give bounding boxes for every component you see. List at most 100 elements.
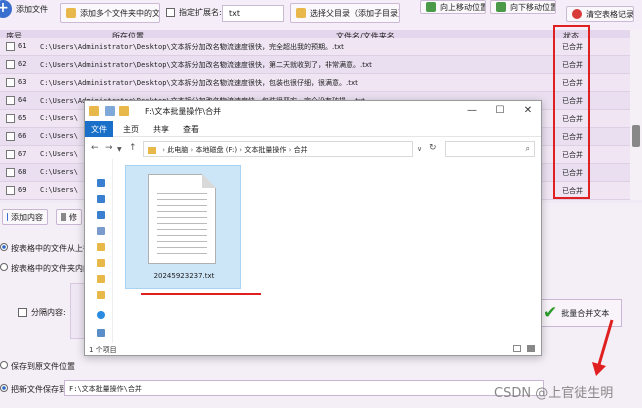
red-underline <box>141 293 261 295</box>
plus-icon: + <box>0 0 12 18</box>
tab-file[interactable]: 文件 <box>85 121 113 137</box>
move-up-button[interactable]: 向上移动位置 <box>420 0 486 14</box>
row-path: C:\Users\ <box>40 150 78 158</box>
option-save-to[interactable]: 把新文件保存到: <box>0 384 70 395</box>
row-index: 62 <box>18 60 27 68</box>
crumb-folder[interactable]: 文本批量操作 <box>244 146 286 154</box>
tiles-view-icon[interactable] <box>527 345 535 352</box>
minimize-icon[interactable]: — <box>459 104 485 118</box>
move-down-button[interactable]: 向下移动位置 <box>490 0 556 14</box>
forward-icon[interactable]: → <box>105 143 113 153</box>
row-path: C:\Users\ <box>40 132 78 140</box>
row-filename: 物流速度很快，完全超出我的预期。.txt <box>220 43 344 51</box>
close-icon[interactable]: ✕ <box>515 104 541 118</box>
row-checkbox[interactable] <box>6 168 15 177</box>
row-index: 66 <box>18 132 27 140</box>
folder-icon[interactable] <box>97 291 105 299</box>
details-view-icon[interactable] <box>513 345 521 352</box>
select-subdir-button[interactable]: 选择父目录（添加子目录） <box>290 3 400 23</box>
row-path: C:\Users\Administrator\Desktop\文本拆分加改名\ <box>40 79 224 87</box>
add-content-button[interactable]: 添加内容 <box>2 209 48 225</box>
maximize-icon[interactable]: ☐ <box>487 104 513 118</box>
save-path-input[interactable]: F:\文本批量操作\合并 <box>64 380 544 396</box>
tab-share[interactable]: 共享 <box>147 121 175 137</box>
row-checkbox[interactable] <box>6 150 15 159</box>
status-highlight-box <box>553 25 590 199</box>
search-input[interactable]: ⌕ <box>445 141 535 157</box>
cloud-icon[interactable] <box>97 311 105 319</box>
row-path: C:\Users\ <box>40 186 78 194</box>
refresh-icon[interactable]: ↻ <box>429 143 437 153</box>
option-save-original[interactable]: 保存到原文件位置 <box>0 361 75 372</box>
modify-button[interactable]: 修 <box>56 209 82 225</box>
radio[interactable] <box>0 263 8 271</box>
row-checkbox[interactable] <box>6 114 15 123</box>
folder-icon[interactable] <box>97 259 105 267</box>
dropdown-icon[interactable]: ∨ <box>417 145 422 153</box>
option-folder-files[interactable]: 按表格中的文件夹内的 <box>0 263 91 274</box>
checkbox[interactable] <box>18 308 27 317</box>
folder-icon <box>89 106 99 116</box>
arrow-down-icon <box>496 2 506 12</box>
option-file-order[interactable]: 按表格中的文件从上往 <box>0 243 91 254</box>
row-checkbox[interactable] <box>6 42 15 51</box>
downloads-icon[interactable] <box>97 211 105 219</box>
up-icon[interactable]: ↑ <box>129 143 137 153</box>
table-row[interactable]: 62 C:\Users\Administrator\Desktop\文本拆分加改名… <box>0 56 630 74</box>
folder-icon[interactable] <box>97 275 105 283</box>
window-title: F:\文本批量操作\合并 <box>145 107 222 116</box>
documents-icon[interactable] <box>97 227 105 235</box>
folder-icon[interactable] <box>97 243 105 251</box>
crumb-merge[interactable]: 合并 <box>294 146 308 154</box>
properties-icon <box>105 106 115 116</box>
address-bar[interactable]: › 此电脑 › 本地磁盘 (F:) › 文本批量操作 › 合并 <box>143 141 413 157</box>
arrow-up-icon <box>426 2 436 12</box>
scrollbar-thumb[interactable] <box>632 125 640 147</box>
desktop-icon[interactable] <box>97 195 105 203</box>
row-checkbox[interactable] <box>6 186 15 195</box>
back-icon[interactable]: ← <box>91 143 99 153</box>
separator-checkbox[interactable]: 分隔内容: <box>18 307 66 318</box>
ext-checkbox[interactable]: 指定扩展名: <box>166 7 222 18</box>
text-file-icon <box>148 174 216 264</box>
computer-icon[interactable] <box>97 329 105 337</box>
search-icon: ⌕ <box>525 144 530 153</box>
explorer-window: F:\文本批量操作\合并 — ☐ ✕ 文件 主页 共享 查看 ← → ▼ ↑ ›… <box>84 100 542 356</box>
row-checkbox[interactable] <box>6 96 15 105</box>
radio-selected[interactable] <box>0 384 8 392</box>
table-scrollbar[interactable] <box>630 30 642 200</box>
tab-view[interactable]: 查看 <box>177 121 205 137</box>
row-checkbox[interactable] <box>6 60 15 69</box>
row-filename: 物流速度很快，第二天就收到了，非常满意。.txt <box>220 61 372 69</box>
add-multi-folder-button[interactable]: 添加多个文件夹中的文件 <box>60 3 160 23</box>
checkbox[interactable] <box>166 8 175 17</box>
row-path: C:\Users\Administrator\Desktop\文本拆分加改名\ <box>40 61 224 69</box>
quick-access-icon[interactable] <box>97 179 105 187</box>
file-tile[interactable]: 20245923237.txt <box>125 165 241 289</box>
row-path: C:\Users\ <box>40 114 78 122</box>
tab-home[interactable]: 主页 <box>117 121 145 137</box>
add-file-button[interactable]: + 添加文件 <box>0 0 48 18</box>
radio-selected[interactable] <box>0 243 8 251</box>
radio[interactable] <box>0 361 8 369</box>
toolbar: + 添加文件 添加多个文件夹中的文件 指定扩展名: txt 选择父目录（添加子目… <box>0 0 642 30</box>
row-index: 63 <box>18 78 27 86</box>
new-folder-icon <box>119 106 129 116</box>
crumb-pc[interactable]: 此电脑 <box>167 146 188 154</box>
chevron-down-icon[interactable]: ▼ <box>117 146 122 153</box>
file-name: 20245923237.txt <box>153 272 215 280</box>
watermark: CSDN @上官徒生明 <box>494 386 614 401</box>
check-icon: ✔ <box>543 303 558 323</box>
table-row[interactable]: 61 C:\Users\Administrator\Desktop\文本拆分加改名… <box>0 38 630 56</box>
crumb-disk[interactable]: 本地磁盘 (F:) <box>196 146 238 154</box>
table-row[interactable]: 63 C:\Users\Administrator\Desktop\文本拆分加改名… <box>0 74 630 92</box>
title-bar: F:\文本批量操作\合并 — ☐ ✕ <box>85 101 541 121</box>
row-filename: 物流速度很快，包装也很仔细，很满意。.txt <box>220 79 358 87</box>
row-checkbox[interactable] <box>6 78 15 87</box>
edit-icon <box>61 213 66 221</box>
row-path: C:\Users\Administrator\Desktop\文本拆分加改名\ <box>40 43 224 51</box>
ext-input[interactable]: txt <box>222 5 284 22</box>
row-checkbox[interactable] <box>6 132 15 141</box>
ribbon-tabs: 文件 主页 共享 查看 <box>85 121 541 137</box>
clear-table-button[interactable]: 清空表格记录 <box>566 6 634 22</box>
